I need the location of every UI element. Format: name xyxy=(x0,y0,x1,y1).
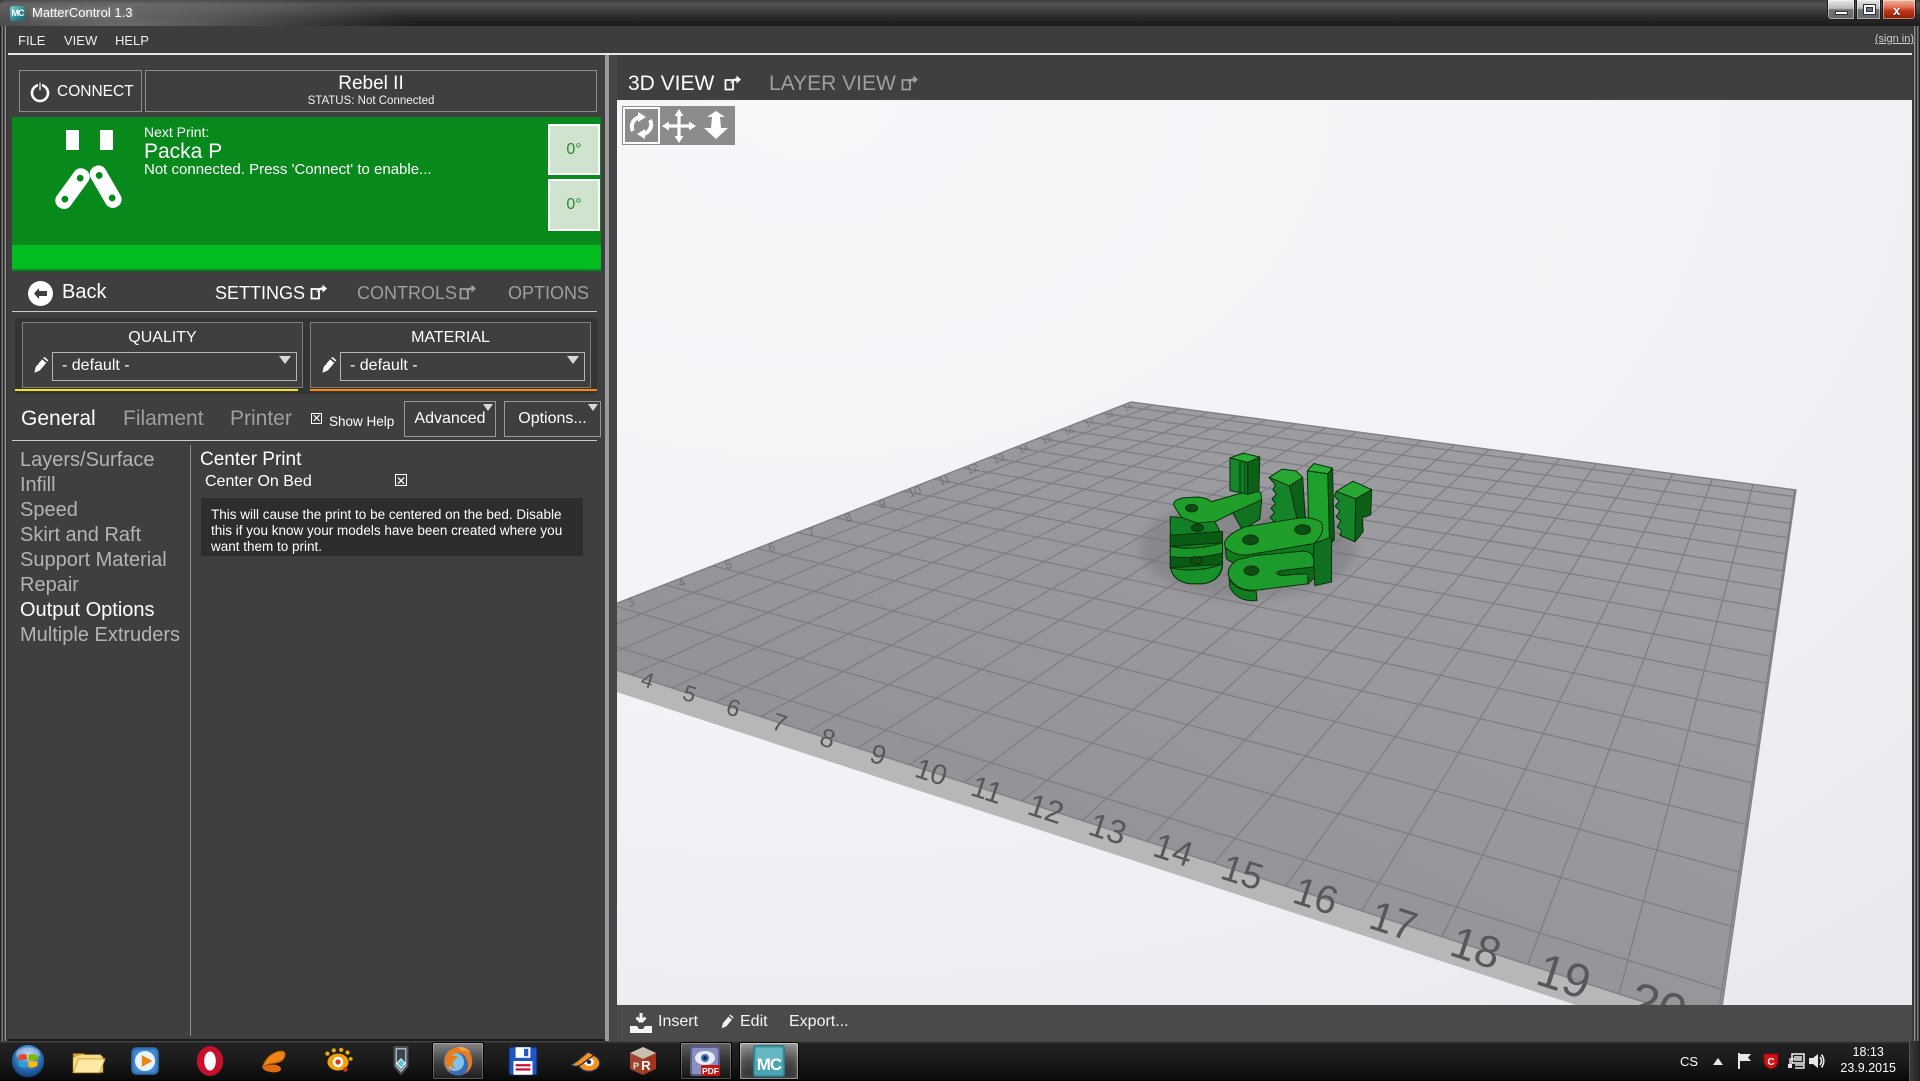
svg-text:C: C xyxy=(1767,1057,1774,1068)
svg-text:R: R xyxy=(641,1058,651,1073)
svg-text:PDF: PDF xyxy=(702,1066,719,1076)
svg-text:P: P xyxy=(633,1061,639,1071)
svg-text:MC: MC xyxy=(757,1055,782,1074)
